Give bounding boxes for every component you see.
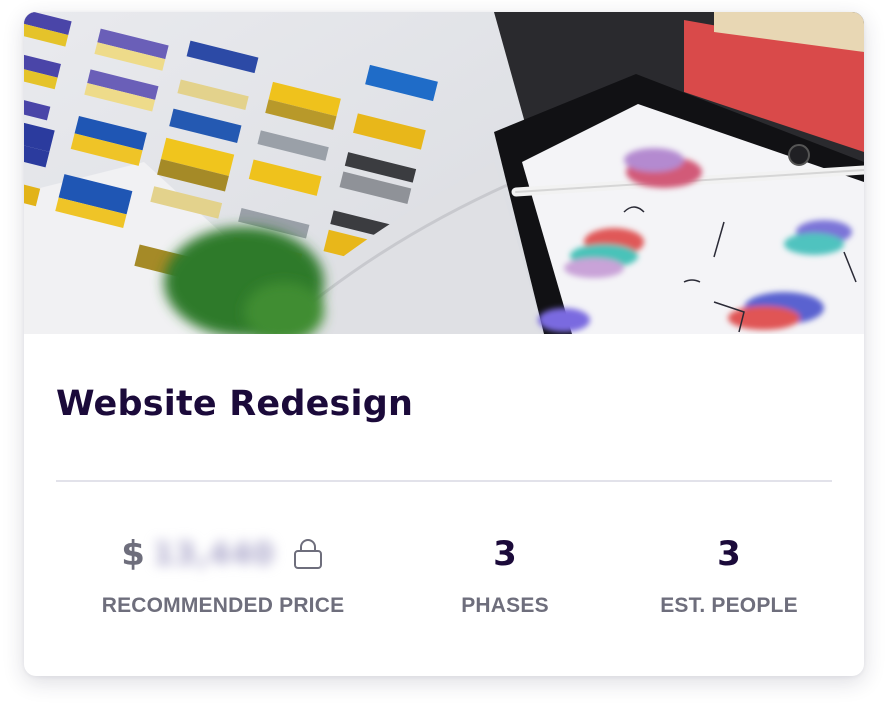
project-title: Website Redesign bbox=[56, 384, 414, 424]
divider bbox=[56, 480, 832, 482]
currency-symbol: $ bbox=[121, 534, 145, 574]
phases-label: PHASES bbox=[461, 594, 549, 617]
price-amount-blurred: 13,440 bbox=[152, 536, 275, 572]
phases-value: 3 bbox=[493, 534, 517, 574]
price-label: RECOMMENDED PRICE bbox=[101, 594, 345, 617]
stat-est-people: 3 EST. PEOPLE bbox=[629, 532, 829, 618]
stat-recommended-price: $ 13,440 RECOMMENDED PRICE bbox=[64, 532, 382, 618]
project-card[interactable]: Website Redesign $ 13,440 RECOMMENDED PR… bbox=[24, 12, 864, 676]
stat-phases: 3 PHASES bbox=[415, 532, 595, 618]
hero-image bbox=[24, 12, 864, 334]
lock-icon[interactable] bbox=[291, 537, 325, 571]
people-label: EST. PEOPLE bbox=[660, 594, 798, 617]
people-value: 3 bbox=[717, 534, 741, 574]
price-value: $ 13,440 bbox=[64, 532, 382, 576]
